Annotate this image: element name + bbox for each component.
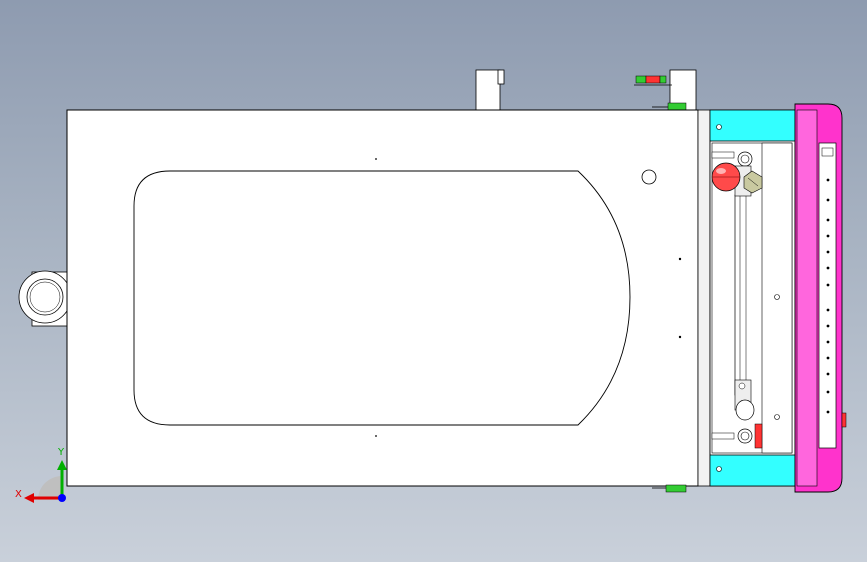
plate-dot-top [375,158,377,160]
model-canvas[interactable]: X Y [0,0,867,562]
top-sensor [635,75,667,84]
plate-dot-bottom [375,435,377,437]
red-knob[interactable] [711,162,741,192]
left-fitting [18,270,72,327]
window-recess [133,170,631,426]
plate-hole [641,169,657,185]
magenta-end-cap [794,103,847,493]
x-axis-label: X [15,489,22,500]
side-strip [697,109,711,487]
plate-dot-right-1 [678,257,682,261]
cyan-block-top [709,109,796,142]
plate-dot-right-2 [678,335,682,339]
cad-viewport[interactable]: X Y [0,0,867,562]
top-bracket-left [475,69,505,111]
y-axis-label: Y [57,447,65,458]
coordinate-triad: X Y [15,447,67,503]
z-axis-dot [58,494,66,502]
cyan-block-bottom [709,454,796,487]
